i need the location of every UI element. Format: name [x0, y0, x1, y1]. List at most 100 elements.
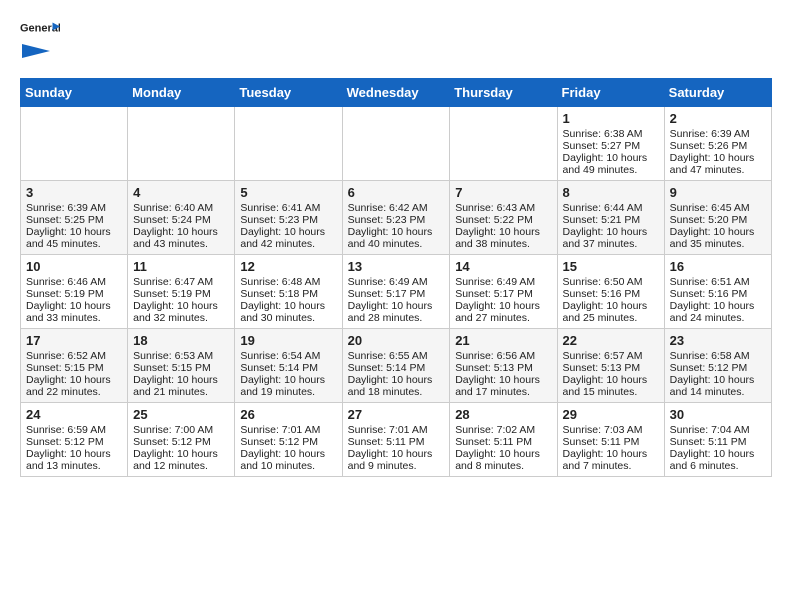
day-number: 14: [455, 259, 551, 274]
day-info-line: Sunrise: 6:49 AM: [348, 276, 445, 288]
calendar-cell: 8Sunrise: 6:44 AMSunset: 5:21 PMDaylight…: [557, 181, 664, 255]
day-number: 10: [26, 259, 122, 274]
day-info-line: Daylight: 10 hours: [455, 448, 551, 460]
day-info-line: and 49 minutes.: [563, 164, 659, 176]
calendar-cell: 22Sunrise: 6:57 AMSunset: 5:13 PMDayligh…: [557, 329, 664, 403]
day-info-line: Sunrise: 6:54 AM: [240, 350, 336, 362]
calendar-cell: 14Sunrise: 6:49 AMSunset: 5:17 PMDayligh…: [450, 255, 557, 329]
day-info-line: Daylight: 10 hours: [133, 300, 229, 312]
day-info-line: and 6 minutes.: [670, 460, 766, 472]
day-info-line: Sunset: 5:12 PM: [133, 436, 229, 448]
day-info-line: and 28 minutes.: [348, 312, 445, 324]
day-info-line: Sunset: 5:11 PM: [455, 436, 551, 448]
day-info-line: Sunset: 5:15 PM: [26, 362, 122, 374]
day-number: 8: [563, 185, 659, 200]
day-info-line: Daylight: 10 hours: [670, 374, 766, 386]
calendar-body: 1Sunrise: 6:38 AMSunset: 5:27 PMDaylight…: [21, 107, 772, 477]
day-number: 11: [133, 259, 229, 274]
day-number: 3: [26, 185, 122, 200]
day-info-line: and 35 minutes.: [670, 238, 766, 250]
calendar-cell: 9Sunrise: 6:45 AMSunset: 5:20 PMDaylight…: [664, 181, 771, 255]
day-info-line: Daylight: 10 hours: [133, 448, 229, 460]
calendar-cell: 2Sunrise: 6:39 AMSunset: 5:26 PMDaylight…: [664, 107, 771, 181]
day-number: 26: [240, 407, 336, 422]
day-info-line: Sunrise: 7:01 AM: [240, 424, 336, 436]
day-info-line: Sunset: 5:12 PM: [26, 436, 122, 448]
day-info-line: Daylight: 10 hours: [455, 300, 551, 312]
page-header: General: [20, 20, 772, 62]
day-info-line: Sunrise: 6:46 AM: [26, 276, 122, 288]
day-info-line: Daylight: 10 hours: [240, 448, 336, 460]
day-info-line: Sunset: 5:11 PM: [348, 436, 445, 448]
day-info-line: Sunrise: 6:55 AM: [348, 350, 445, 362]
day-info-line: Sunset: 5:12 PM: [670, 362, 766, 374]
day-info-line: Sunrise: 6:51 AM: [670, 276, 766, 288]
calendar-header-saturday: Saturday: [664, 79, 771, 107]
calendar-cell: 17Sunrise: 6:52 AMSunset: 5:15 PMDayligh…: [21, 329, 128, 403]
day-info-line: Daylight: 10 hours: [563, 300, 659, 312]
day-info-line: Sunrise: 6:43 AM: [455, 202, 551, 214]
calendar-cell: 18Sunrise: 6:53 AMSunset: 5:15 PMDayligh…: [128, 329, 235, 403]
calendar-cell: 3Sunrise: 6:39 AMSunset: 5:25 PMDaylight…: [21, 181, 128, 255]
day-info-line: Sunset: 5:27 PM: [563, 140, 659, 152]
day-info-line: Sunset: 5:25 PM: [26, 214, 122, 226]
day-info-line: Sunset: 5:23 PM: [348, 214, 445, 226]
logo-arrow-icon: [22, 40, 50, 62]
day-number: 17: [26, 333, 122, 348]
day-info-line: and 10 minutes.: [240, 460, 336, 472]
day-info-line: Sunset: 5:11 PM: [563, 436, 659, 448]
calendar-header-wednesday: Wednesday: [342, 79, 450, 107]
calendar-cell: 27Sunrise: 7:01 AMSunset: 5:11 PMDayligh…: [342, 403, 450, 477]
day-info-line: Sunrise: 7:00 AM: [133, 424, 229, 436]
day-info-line: Sunrise: 6:42 AM: [348, 202, 445, 214]
day-info-line: Sunset: 5:23 PM: [240, 214, 336, 226]
day-info-line: and 15 minutes.: [563, 386, 659, 398]
day-info-line: Sunset: 5:14 PM: [348, 362, 445, 374]
day-info-line: Sunrise: 6:50 AM: [563, 276, 659, 288]
day-info-line: Sunset: 5:17 PM: [455, 288, 551, 300]
calendar-cell: 10Sunrise: 6:46 AMSunset: 5:19 PMDayligh…: [21, 255, 128, 329]
day-info-line: Sunrise: 6:45 AM: [670, 202, 766, 214]
day-number: 9: [670, 185, 766, 200]
day-info-line: Sunrise: 6:38 AM: [563, 128, 659, 140]
day-info-line: Daylight: 10 hours: [133, 374, 229, 386]
day-info-line: and 13 minutes.: [26, 460, 122, 472]
day-info-line: Sunset: 5:22 PM: [455, 214, 551, 226]
day-number: 30: [670, 407, 766, 422]
day-number: 4: [133, 185, 229, 200]
calendar-header-sunday: Sunday: [21, 79, 128, 107]
day-info-line: Sunrise: 6:57 AM: [563, 350, 659, 362]
day-info-line: Sunset: 5:19 PM: [133, 288, 229, 300]
day-info-line: Daylight: 10 hours: [455, 374, 551, 386]
calendar-cell: [235, 107, 342, 181]
calendar-cell: 20Sunrise: 6:55 AMSunset: 5:14 PMDayligh…: [342, 329, 450, 403]
logo-icon: General: [20, 20, 60, 38]
day-info-line: Sunrise: 6:58 AM: [670, 350, 766, 362]
day-number: 24: [26, 407, 122, 422]
day-number: 23: [670, 333, 766, 348]
day-info-line: Daylight: 10 hours: [348, 374, 445, 386]
day-info-line: and 22 minutes.: [26, 386, 122, 398]
day-info-line: and 9 minutes.: [348, 460, 445, 472]
day-info-line: and 25 minutes.: [563, 312, 659, 324]
day-info-line: Sunset: 5:19 PM: [26, 288, 122, 300]
day-info-line: Sunset: 5:16 PM: [670, 288, 766, 300]
day-info-line: and 24 minutes.: [670, 312, 766, 324]
day-info-line: Sunrise: 6:56 AM: [455, 350, 551, 362]
day-number: 22: [563, 333, 659, 348]
day-info-line: and 43 minutes.: [133, 238, 229, 250]
day-info-line: Sunrise: 6:40 AM: [133, 202, 229, 214]
day-info-line: Daylight: 10 hours: [563, 226, 659, 238]
day-info-line: Sunset: 5:13 PM: [455, 362, 551, 374]
calendar-cell: 11Sunrise: 6:47 AMSunset: 5:19 PMDayligh…: [128, 255, 235, 329]
day-number: 12: [240, 259, 336, 274]
calendar-cell: 25Sunrise: 7:00 AMSunset: 5:12 PMDayligh…: [128, 403, 235, 477]
calendar-week-row: 24Sunrise: 6:59 AMSunset: 5:12 PMDayligh…: [21, 403, 772, 477]
day-info-line: Daylight: 10 hours: [455, 226, 551, 238]
calendar-header-tuesday: Tuesday: [235, 79, 342, 107]
day-info-line: and 18 minutes.: [348, 386, 445, 398]
calendar-cell: [450, 107, 557, 181]
day-info-line: Sunrise: 6:59 AM: [26, 424, 122, 436]
calendar-cell: 15Sunrise: 6:50 AMSunset: 5:16 PMDayligh…: [557, 255, 664, 329]
calendar-header-thursday: Thursday: [450, 79, 557, 107]
